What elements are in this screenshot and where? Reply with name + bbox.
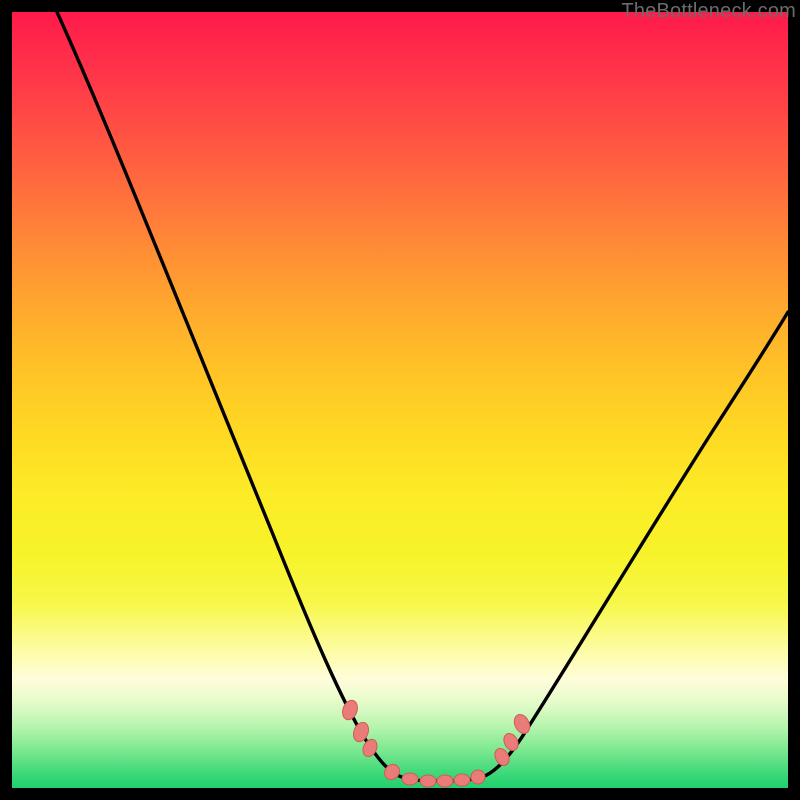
chart-frame: TheBottleneck.com bbox=[0, 0, 800, 800]
curve-left-branch bbox=[57, 12, 404, 778]
watermark-text: TheBottleneck.com bbox=[621, 0, 796, 23]
curve-right-branch bbox=[480, 312, 788, 778]
plot-area bbox=[12, 12, 788, 788]
bottleneck-curve bbox=[12, 12, 788, 788]
curve-markers bbox=[340, 698, 533, 787]
